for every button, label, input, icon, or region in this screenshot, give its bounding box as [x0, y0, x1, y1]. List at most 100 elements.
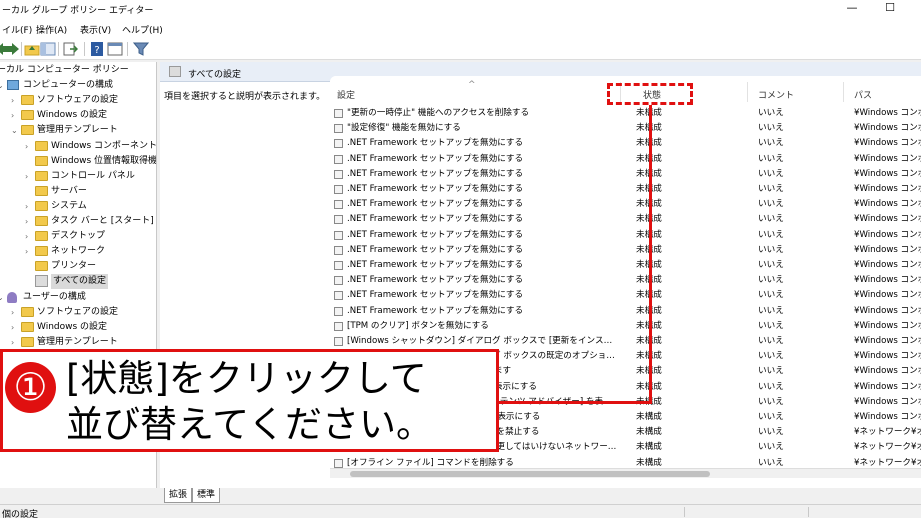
tree-item-label: タスク バーと [スタート] メニュー [51, 216, 156, 226]
folder-icon [35, 185, 48, 196]
list-item[interactable]: "設定修復" 機能を無効にする未構成いいえ¥Windows コンポ [330, 121, 921, 136]
properties-icon[interactable] [107, 41, 123, 57]
tree-item[interactable]: ⌄ ユーザーの構成 [0, 290, 156, 305]
expand-icon[interactable]: › [25, 229, 33, 244]
tree-item[interactable]: Windows 位置情報取得機能 [0, 154, 156, 169]
tree-item[interactable]: › コントロール パネル [0, 169, 156, 184]
filter-icon[interactable] [133, 41, 149, 57]
tree-item[interactable]: › 管理用テンプレート [0, 335, 156, 350]
tab-extended[interactable]: 拡張 [164, 488, 193, 503]
column-setting[interactable]: 設定 [337, 88, 355, 101]
setting-path: ¥Windows コンポ [854, 381, 921, 392]
tree-item-label: Windows の設定 [37, 110, 108, 121]
policy-icon [334, 169, 343, 179]
list-item[interactable]: .NET Framework セットアップを無効にする未構成いいえ¥Window… [330, 182, 921, 197]
tree-item[interactable]: › ソフトウェアの設定 [0, 305, 156, 320]
expand-icon[interactable]: › [25, 244, 33, 259]
list-item[interactable]: .NET Framework セットアップを無効にする未構成いいえ¥Window… [330, 288, 921, 303]
folder-icon [35, 140, 48, 151]
column-path[interactable]: パス [854, 88, 872, 101]
menu-bar: イル(F) 操作(A) 表示(V) ヘルプ(H) [0, 18, 921, 38]
menu-action[interactable]: 操作(A) [36, 23, 67, 36]
expand-icon[interactable]: › [25, 199, 33, 214]
scrollbar-thumb[interactable] [350, 471, 710, 477]
menu-view[interactable]: 表示(V) [80, 23, 111, 36]
list-item[interactable]: .NET Framework セットアップを無効にする未構成いいえ¥Window… [330, 152, 921, 167]
collapse-icon[interactable]: ⌄ [0, 78, 5, 93]
setting-comment: いいえ [758, 412, 784, 422]
expand-icon[interactable]: › [11, 108, 19, 123]
list-item[interactable]: .NET Framework セットアップを無効にする未構成いいえ¥Window… [330, 273, 921, 288]
instruction-callout: ① [状態]をクリックして 並び替えてください。 [0, 349, 499, 452]
export-icon[interactable] [62, 41, 78, 57]
tree-item-label: 管理用テンプレート [37, 125, 118, 136]
tree-item[interactable]: › Windows コンポーネント [0, 139, 157, 154]
policy-icon [334, 321, 343, 331]
expand-icon[interactable]: › [11, 320, 19, 335]
tree-item-label: 管理用テンプレート [37, 336, 118, 347]
expand-icon[interactable]: › [11, 305, 19, 320]
tree-item[interactable]: プリンター [0, 259, 156, 274]
show-tree-icon[interactable] [40, 41, 56, 57]
tree-item[interactable]: サーバー [0, 184, 156, 199]
setting-path: ¥Windows コンポ [854, 320, 921, 331]
expand-icon[interactable]: › [11, 335, 19, 350]
folder-icon [21, 125, 34, 136]
collapse-icon[interactable]: ⌄ [0, 290, 5, 305]
list-item[interactable]: [TPM のクリア] ボタンを無効にする未構成いいえ¥Windows コンポ [330, 319, 921, 334]
list-item[interactable]: "更新の一時停止" 機能へのアクセスを削除する未構成いいえ¥Windows コン… [330, 106, 921, 121]
list-item[interactable]: .NET Framework セットアップを無効にする未構成いいえ¥Window… [330, 304, 921, 319]
tree-item-label: Windows コンポーネント [51, 140, 157, 151]
folder-icon [35, 231, 48, 242]
tree-item[interactable]: ーカル コンピューター ポリシー [0, 63, 156, 78]
description-text: 項目を選択すると説明が表示されます。 [164, 92, 326, 102]
help-icon[interactable]: ? [89, 41, 105, 57]
tree-item[interactable]: › Windows の設定 [0, 320, 156, 335]
column-comment[interactable]: コメント [758, 88, 794, 101]
window-title: ーカル グループ ポリシー エディター [2, 6, 154, 16]
tree-item[interactable]: › ソフトウェアの設定 [0, 93, 156, 108]
folder-icon [35, 170, 48, 181]
view-tabs: 拡張 標準 [160, 488, 921, 504]
forward-icon[interactable] [5, 41, 21, 57]
menu-help[interactable]: ヘルプ(H) [122, 23, 163, 36]
tree-item[interactable]: › システム [0, 199, 156, 214]
tree-item-label: コンピューターの構成 [23, 80, 114, 91]
horizontal-scrollbar[interactable] [330, 468, 921, 478]
setting-path: ¥Windows コンポ [854, 153, 921, 164]
list-item[interactable]: .NET Framework セットアップを無効にする未構成いいえ¥Window… [330, 212, 921, 227]
setting-path: ¥Windows コンポ [854, 244, 921, 255]
policy-icon [334, 124, 343, 134]
setting-path: ¥Windows コンポ [854, 275, 921, 286]
maximize-button[interactable]: ☐ [867, 0, 913, 18]
expand-icon[interactable]: › [11, 93, 19, 108]
menu-file[interactable]: イル(F) [2, 23, 32, 36]
tree-item[interactable]: › ネットワーク [0, 244, 156, 259]
list-item[interactable]: .NET Framework セットアップを無効にする未構成いいえ¥Window… [330, 136, 921, 151]
tree-item[interactable]: すべての設定 [0, 274, 156, 290]
expand-icon[interactable]: › [25, 169, 33, 184]
setting-name: [Windows シャットダウン] ダイアログ ボックスで [更新をインストール… [347, 336, 619, 346]
tree-item[interactable]: ⌄ コンピューターの構成 [0, 78, 156, 93]
tree-item[interactable]: › タスク バーと [スタート] メニュー [0, 214, 156, 229]
list-item[interactable]: [Windows シャットダウン] ダイアログ ボックスで [更新をインストール… [330, 334, 921, 349]
list-item[interactable]: .NET Framework セットアップを無効にする未構成いいえ¥Window… [330, 197, 921, 212]
tree-item[interactable]: › デスクトップ [0, 229, 156, 244]
list-item[interactable]: .NET Framework セットアップを無効にする未構成いいえ¥Window… [330, 243, 921, 258]
up-folder-icon[interactable] [24, 41, 40, 57]
list-item[interactable]: .NET Framework セットアップを無効にする未構成いいえ¥Window… [330, 258, 921, 273]
collapse-icon[interactable]: ⌄ [11, 123, 19, 138]
tab-standard[interactable]: 標準 [192, 488, 221, 503]
setting-path: ¥Windows コンポ [854, 351, 921, 362]
setting-path: ¥Windows コンポ [854, 168, 921, 179]
status-text: 個の設定 [2, 510, 39, 518]
list-item[interactable]: .NET Framework セットアップを無効にする未構成いいえ¥Window… [330, 228, 921, 243]
setting-name: .NET Framework セットアップを無効にする [347, 153, 524, 164]
tree-item[interactable]: › Windows の設定 [0, 108, 156, 123]
expand-icon[interactable]: › [25, 139, 33, 154]
setting-comment: いいえ [758, 351, 784, 362]
list-item[interactable]: .NET Framework セットアップを無効にする未構成いいえ¥Window… [330, 167, 921, 182]
expand-icon[interactable]: › [25, 214, 33, 229]
tree-item[interactable]: ⌄ 管理用テンプレート [0, 123, 156, 138]
setting-name: .NET Framework セットアップを無効にする [347, 138, 524, 149]
